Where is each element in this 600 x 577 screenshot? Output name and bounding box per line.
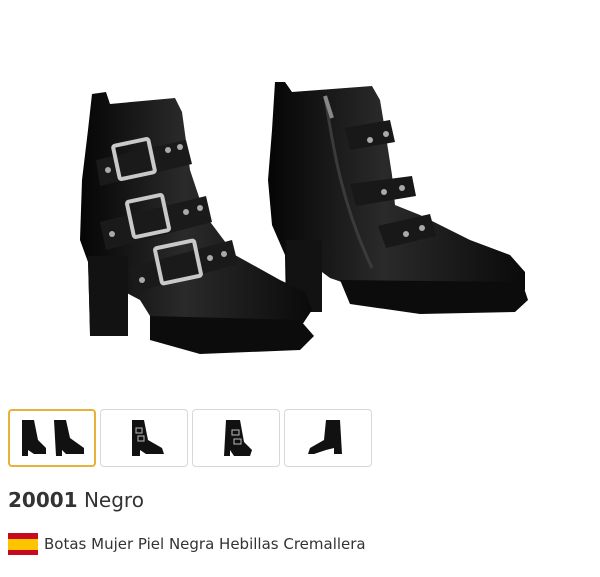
product-color: Negro <box>83 488 144 512</box>
product-description: Botas Mujer Piel Negra Hebillas Cremalle… <box>44 535 366 553</box>
thumb-front-view[interactable] <box>192 409 280 467</box>
spain-flag-icon <box>8 533 38 555</box>
product-title: 20001 Negro <box>8 488 144 512</box>
boot-side-icon <box>132 420 164 456</box>
boot-front-icon <box>224 420 252 456</box>
thumb-side-buckle-view[interactable] <box>100 409 188 467</box>
boot-inner-icon <box>308 420 342 454</box>
thumb-pair-view[interactable] <box>8 409 96 467</box>
boot-pair-icon <box>22 420 84 456</box>
product-code: 20001 <box>8 488 78 512</box>
thumbnail-strip <box>8 409 372 467</box>
right-boot <box>268 82 528 314</box>
boots-pair-illustration <box>80 82 528 354</box>
thumb-inner-zip-view[interactable] <box>284 409 372 467</box>
product-main-image[interactable] <box>0 0 600 400</box>
description-row: Botas Mujer Piel Negra Hebillas Cremalle… <box>8 533 366 555</box>
